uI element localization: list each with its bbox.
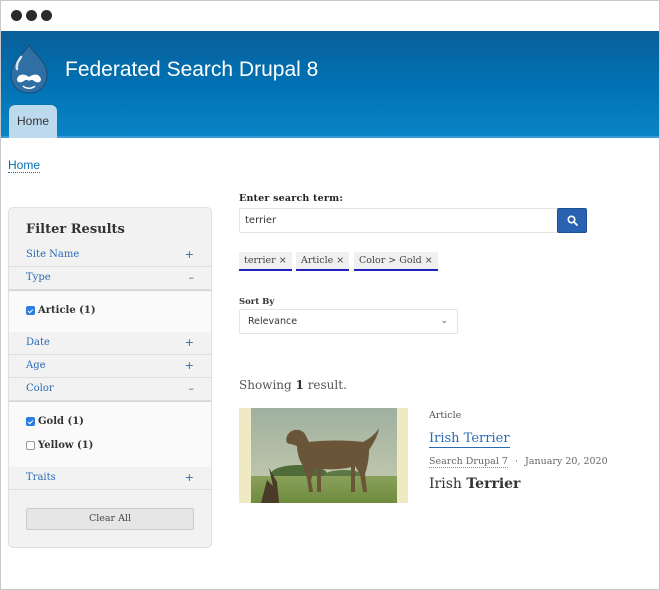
facet-date[interactable]: Date +	[9, 332, 211, 355]
facet-label: Color	[26, 383, 54, 394]
window-maximize-dot[interactable]	[41, 10, 52, 21]
collapse-icon[interactable]: –	[189, 271, 195, 284]
result-snippet: Irish Terrier	[429, 476, 520, 492]
facet-site-name[interactable]: Site Name +	[9, 244, 211, 267]
expand-icon[interactable]: +	[185, 336, 194, 349]
results-count-number: 1	[295, 378, 304, 392]
expand-icon[interactable]: +	[185, 471, 194, 484]
facet-option-yellow[interactable]: Yellow (1)	[26, 440, 93, 451]
facet-label: Age	[26, 360, 46, 371]
result-meta: Search Drupal 7 · January 20, 2020	[429, 456, 608, 468]
facet-traits[interactable]: Traits +	[9, 467, 211, 490]
facet-color[interactable]: Color –	[9, 378, 211, 401]
facet-label: Type	[26, 272, 51, 283]
filter-results-heading: Filter Results	[26, 222, 125, 237]
active-filter-chip-terrier[interactable]: terrier ×	[239, 252, 292, 271]
site-header: Federated Search Drupal 8 Home	[1, 31, 659, 138]
option-label: Yellow (1)	[38, 440, 94, 451]
sort-by-label: Sort By	[239, 297, 275, 307]
checkbox-checked[interactable]	[26, 306, 35, 315]
option-label: Article (1)	[38, 305, 96, 316]
snippet-highlight: Terrier	[466, 476, 521, 492]
filter-sidebar: Filter Results Site Name + Type – Articl…	[8, 207, 212, 548]
search-label: Enter search term:	[239, 193, 344, 204]
expand-icon[interactable]: +	[185, 359, 194, 372]
results-count: Showing 1 result.	[239, 378, 347, 392]
facet-type[interactable]: Type –	[9, 267, 211, 290]
facet-label: Site Name	[26, 249, 80, 260]
facet-age[interactable]: Age +	[9, 355, 211, 378]
search-button[interactable]	[557, 208, 587, 233]
meta-separator: ·	[514, 456, 518, 467]
facet-label: Date	[26, 337, 50, 348]
snippet-text: Irish	[429, 476, 467, 492]
results-count-prefix: Showing	[239, 378, 296, 392]
window-minimize-dot[interactable]	[26, 10, 37, 21]
sort-selected-value: Relevance	[248, 316, 298, 327]
collapse-icon[interactable]: –	[189, 382, 195, 395]
facet-label: Traits	[26, 472, 56, 483]
facet-option-article[interactable]: Article (1)	[26, 305, 96, 316]
search-icon	[567, 215, 578, 226]
results-count-suffix: result.	[303, 378, 347, 392]
drupal-drop-icon[interactable]	[7, 43, 51, 95]
checkbox-unchecked[interactable]	[26, 441, 35, 450]
checkbox-checked[interactable]	[26, 417, 35, 426]
result-date: January 20, 2020	[525, 456, 608, 467]
chevron-down-icon: ⌄	[440, 316, 448, 326]
facet-color-options: Gold (1) Yellow (1)	[9, 401, 211, 467]
sort-by-select[interactable]: Relevance ⌄	[239, 309, 458, 334]
search-input[interactable]: terrier	[239, 208, 558, 233]
active-filter-chip-article[interactable]: Article ×	[296, 252, 350, 271]
window-close-dot[interactable]	[11, 10, 22, 21]
nav-tab-home[interactable]: Home	[9, 105, 57, 138]
expand-icon[interactable]: +	[185, 248, 194, 261]
dog-painting-image	[239, 408, 408, 503]
browser-window: Federated Search Drupal 8 Home Home Filt…	[0, 0, 660, 590]
window-titlebar	[1, 1, 659, 31]
result-source-link[interactable]: Search Drupal 7	[429, 456, 508, 468]
option-label: Gold (1)	[38, 416, 84, 427]
result-thumbnail[interactable]	[239, 408, 408, 503]
breadcrumb-home[interactable]: Home	[8, 158, 41, 173]
result-content-type: Article	[429, 410, 462, 421]
facet-type-options: Article (1)	[9, 290, 211, 332]
site-title: Federated Search Drupal 8	[65, 58, 319, 81]
active-filter-chip-color-gold[interactable]: Color > Gold ×	[354, 252, 438, 271]
result-title-link[interactable]: Irish Terrier	[429, 431, 510, 448]
clear-all-button[interactable]: Clear All	[26, 508, 194, 530]
facet-option-gold[interactable]: Gold (1)	[26, 416, 84, 427]
